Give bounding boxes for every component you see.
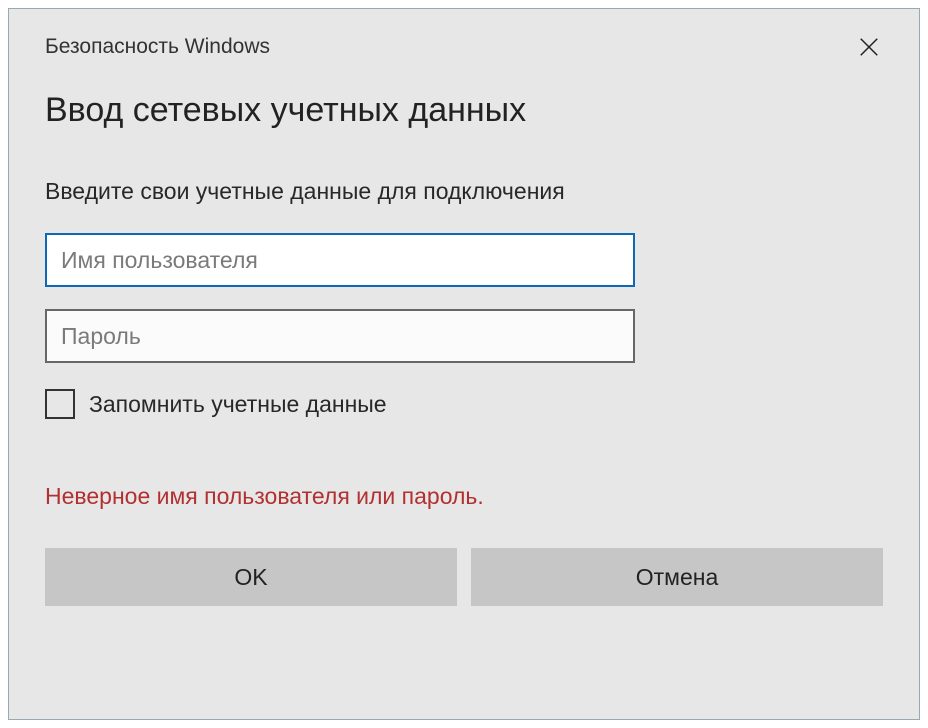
credentials-dialog: Безопасность Windows Ввод сетевых учетны… — [8, 8, 920, 720]
ok-button[interactable]: OK — [45, 548, 457, 606]
password-input[interactable] — [45, 309, 635, 363]
dialog-heading: Ввод сетевых учетных данных — [45, 91, 883, 130]
dialog-title: Безопасность Windows — [45, 35, 270, 59]
close-icon[interactable] — [855, 33, 883, 61]
username-wrapper — [45, 233, 883, 287]
username-input[interactable] — [45, 233, 635, 287]
instruction-text: Введите свои учетные данные для подключе… — [45, 178, 883, 205]
password-wrapper — [45, 309, 883, 363]
error-message: Неверное имя пользователя или пароль. — [45, 483, 883, 510]
titlebar: Безопасность Windows — [45, 33, 883, 61]
remember-checkbox[interactable] — [45, 389, 75, 419]
remember-row: Запомнить учетные данные — [45, 389, 883, 419]
remember-label: Запомнить учетные данные — [89, 391, 387, 418]
button-row: OK Отмена — [45, 548, 883, 606]
cancel-button[interactable]: Отмена — [471, 548, 883, 606]
x-icon — [858, 36, 880, 58]
